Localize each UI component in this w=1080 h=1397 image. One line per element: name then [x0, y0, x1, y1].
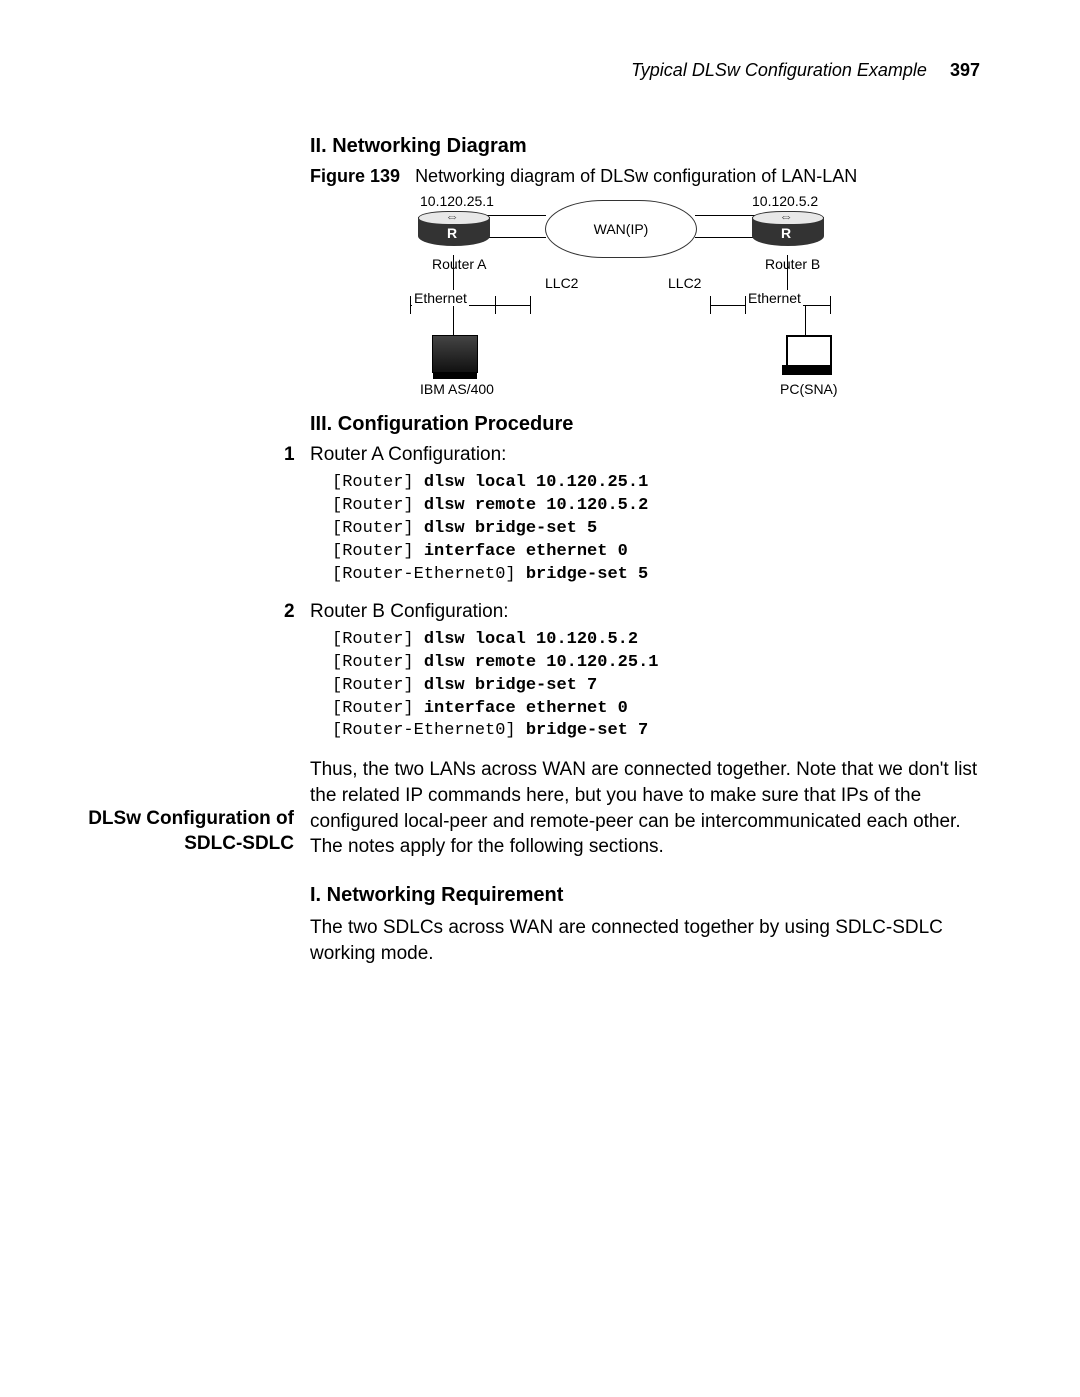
section-ii-heading: II. Networking Diagram — [310, 135, 980, 158]
side-section-i-heading: I. Networking Requirement — [310, 884, 980, 907]
network-diagram: 10.120.25.1 10.120.5.2 WAN(IP) ⇔ R ⇔ — [390, 193, 930, 398]
page: Typical DLSw Configuration Example 397 I… — [0, 0, 1080, 1397]
router-b-icon: ⇔ R — [752, 211, 822, 255]
figure-caption-text: Networking diagram of DLSw configuration… — [415, 166, 857, 186]
lan-right-end1 — [710, 296, 711, 314]
llc2-left-label: LLC2 — [545, 275, 578, 291]
llc2-right-label: LLC2 — [668, 275, 701, 291]
main-content: II. Networking Diagram Figure 139 Networ… — [310, 125, 980, 966]
step-2: 2 Router B Configuration: — [284, 601, 980, 623]
side-heading: DLSw Configuration of SDLC-SDLC — [34, 807, 294, 856]
router-b-config: [Router] dlsw local 10.120.5.2 [Router] … — [332, 629, 980, 744]
as400-icon — [432, 335, 478, 373]
section-iii-paragraph: Thus, the two LANs across WAN are connec… — [310, 757, 980, 860]
step-1-title: Router A Configuration: — [310, 444, 506, 466]
pc-label: PC(SNA) — [780, 381, 838, 397]
link-left-top — [486, 215, 546, 216]
router-a-label: Router A — [432, 256, 486, 272]
side-section-paragraph: The two SDLCs across WAN are connected t… — [310, 915, 980, 966]
lan-right-end2 — [830, 296, 831, 314]
drop-right-host — [805, 305, 806, 335]
lan-left-end1 — [410, 296, 411, 314]
drop-left-host — [453, 305, 454, 335]
router-a-config: [Router] dlsw local 10.120.25.1 [Router]… — [332, 472, 980, 587]
figure-caption: Figure 139 Networking diagram of DLSw co… — [310, 166, 980, 187]
pc-icon — [782, 335, 832, 375]
ethernet-left-label: Ethernet — [412, 290, 469, 306]
figure-number: Figure 139 — [310, 166, 400, 186]
router-b-label: Router B — [765, 256, 820, 272]
link-right-top — [695, 215, 755, 216]
step-1: 1 Router A Configuration: — [284, 444, 980, 466]
header-title: Typical DLSw Configuration Example — [631, 60, 927, 80]
section-iii-heading: III. Configuration Procedure — [310, 413, 980, 436]
lan-left-drop2 — [495, 296, 496, 314]
step-2-title: Router B Configuration: — [310, 601, 509, 623]
wan-cloud-icon: WAN(IP) — [545, 200, 697, 258]
running-header: Typical DLSw Configuration Example 397 — [631, 60, 980, 81]
as400-label: IBM AS/400 — [420, 381, 494, 397]
link-left-bottom — [486, 237, 546, 238]
link-right-bottom — [695, 237, 755, 238]
step-1-number: 1 — [284, 444, 310, 466]
router-a-icon: ⇔ R — [418, 211, 488, 255]
cloud-label: WAN(IP) — [594, 221, 649, 237]
ethernet-right-label: Ethernet — [746, 290, 803, 306]
page-number: 397 — [950, 60, 980, 80]
side-heading-line1: DLSw Configuration of — [88, 808, 294, 829]
step-2-number: 2 — [284, 601, 310, 623]
ip-left-label: 10.120.25.1 — [420, 193, 494, 209]
ip-right-label: 10.120.5.2 — [752, 193, 818, 209]
side-heading-line2: SDLC-SDLC — [184, 833, 294, 854]
lan-left-end2 — [530, 296, 531, 314]
